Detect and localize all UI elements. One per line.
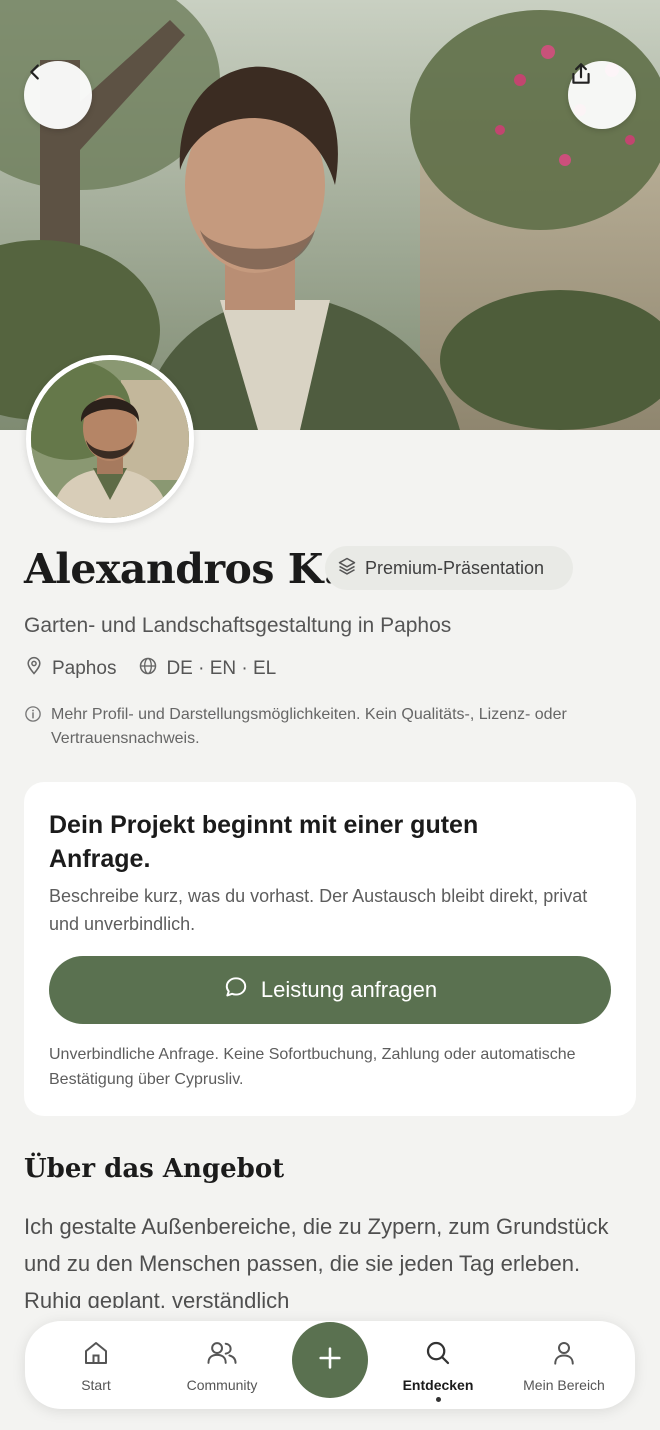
info-icon (24, 703, 44, 751)
about-heading: Über das Angebot (24, 1154, 285, 1184)
request-card-title: Dein Projekt beginnt mit einer guten Anf… (49, 811, 479, 873)
avatar (26, 355, 194, 523)
nav-item-label: Community (186, 1377, 258, 1393)
nav-item-community[interactable]: Community (167, 1321, 277, 1409)
premium-badge: Premium-Präsentation (325, 546, 573, 590)
profile-name: Alexandros K. (24, 545, 337, 593)
nav-item-start[interactable]: Start (41, 1321, 151, 1409)
nav-item-mein-bereich[interactable]: Mein Bereich (509, 1321, 619, 1409)
nav-item-label: Mein Bereich (523, 1377, 605, 1393)
globe-icon (138, 656, 158, 682)
layers-icon (337, 556, 357, 581)
profile-subtitle: Garten- und Landschaftsgestaltung in Pap… (24, 614, 452, 637)
request-card-footnote: Unverbindliche Anfrage. Keine Sofortbuch… (49, 1046, 576, 1088)
request-service-label: Leistung anfragen (260, 977, 438, 1002)
plus-icon (316, 1344, 344, 1377)
nav-item-label: Start (81, 1377, 111, 1393)
people-icon (206, 1338, 238, 1368)
location-text: Paphos (52, 658, 117, 679)
location-pin-icon (24, 656, 44, 682)
chat-bubble-icon (223, 974, 249, 1006)
profile-meta: Paphos DE · EN · EL (24, 655, 298, 683)
back-button[interactable] (24, 61, 92, 129)
search-icon (423, 1338, 453, 1368)
request-card: Dein Projekt beginnt mit einer guten Anf… (24, 782, 636, 1116)
request-card-text: Beschreibe kurz, was du vorhast. Der Aus… (49, 886, 588, 934)
about-text: Ich gestalte Außenbereiche, die zu Zyper… (24, 1214, 609, 1308)
bottom-nav: Start Community Entdecken Mein Bereich (25, 1321, 635, 1409)
home-icon (81, 1338, 111, 1368)
premium-notice: Mehr Profil- und Darstellungsmöglichkeit… (24, 703, 624, 751)
request-service-button[interactable]: Leistung anfragen (49, 956, 611, 1024)
create-button[interactable] (292, 1322, 368, 1398)
premium-badge-label: Premium-Präsentation (365, 557, 545, 578)
active-indicator (435, 1397, 441, 1402)
share-button[interactable] (568, 61, 636, 129)
nav-item-entdecken[interactable]: Entdecken (383, 1321, 493, 1409)
user-icon (549, 1338, 579, 1368)
nav-item-label: Entdecken (402, 1377, 474, 1393)
languages-text: DE · EN · EL (166, 658, 277, 679)
premium-notice-text: Mehr Profil- und Darstellungsmöglichkeit… (51, 706, 567, 747)
